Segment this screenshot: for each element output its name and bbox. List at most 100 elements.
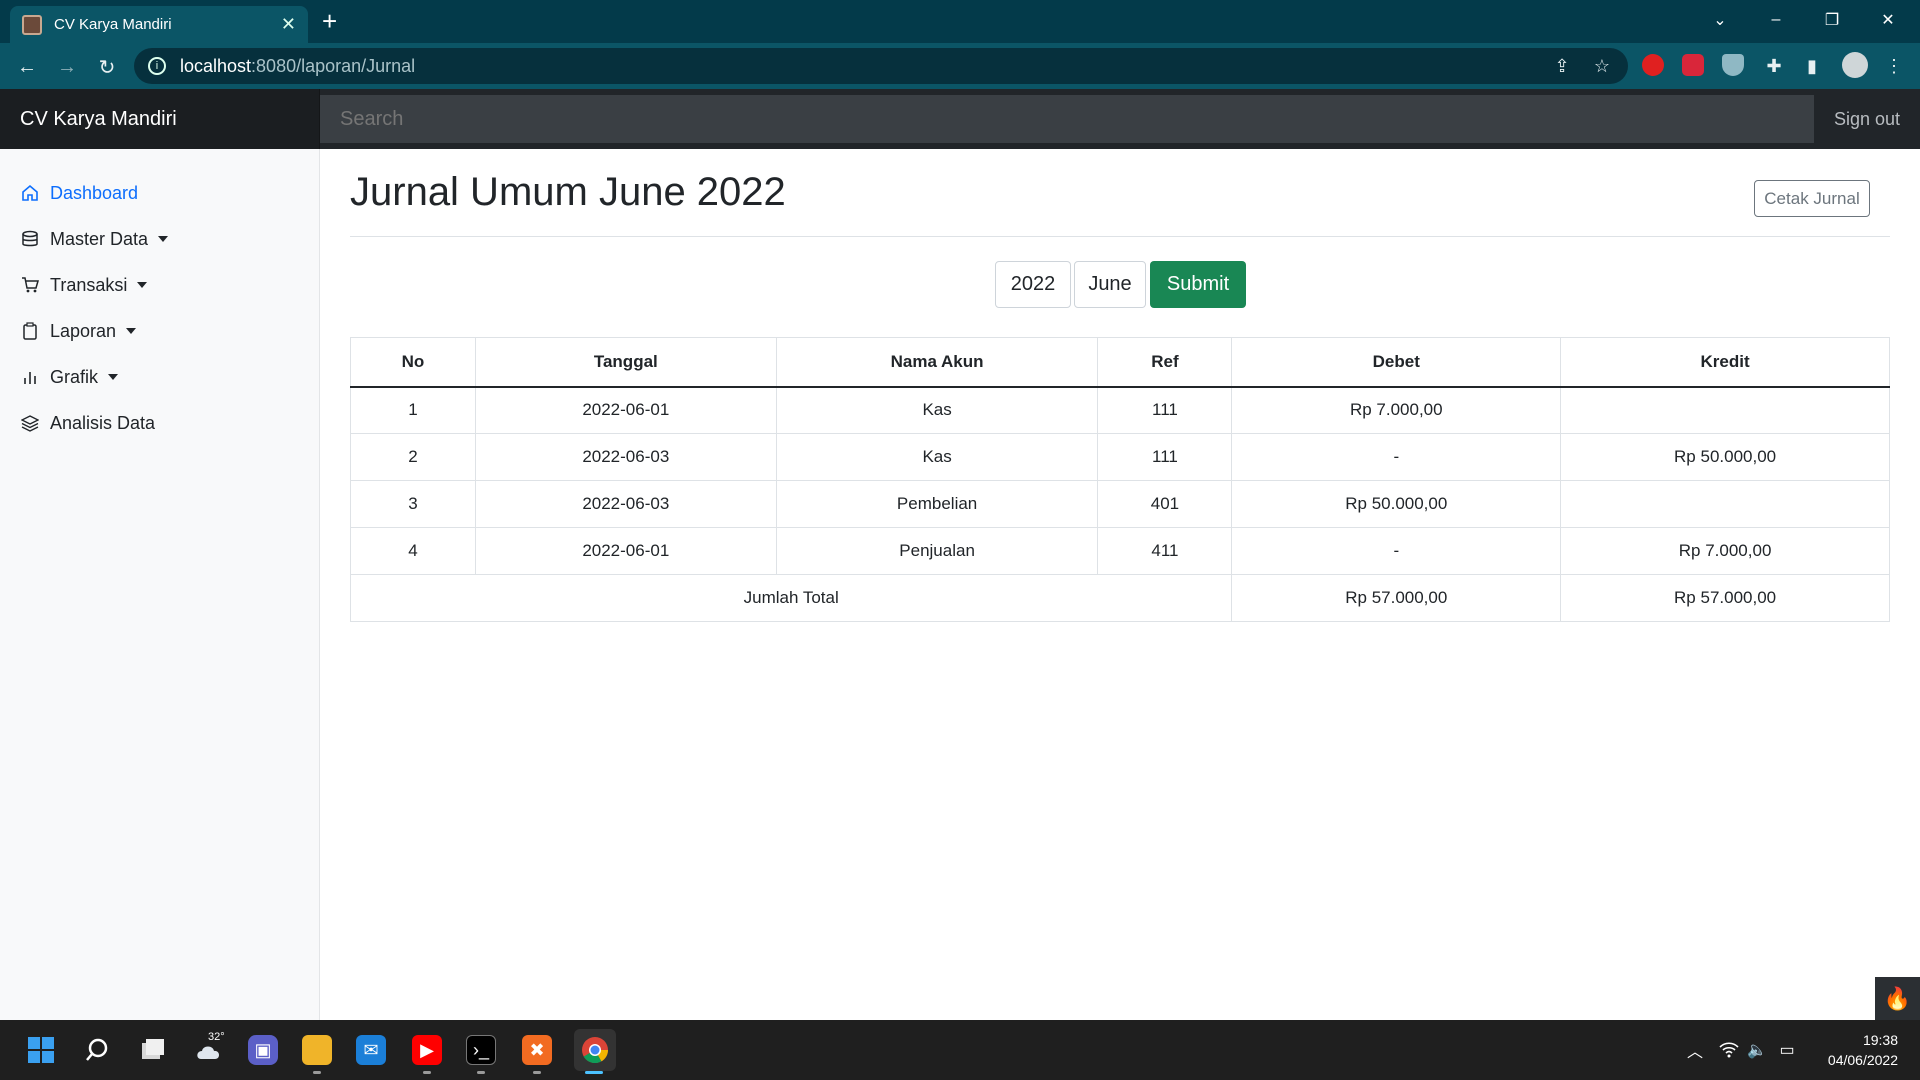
table-row: 2 2022-06-03 Kas 111 - Rp 50.000,00 — [350, 433, 1890, 481]
profile-avatar[interactable] — [1842, 52, 1868, 78]
print-journal-button[interactable]: Cetak Jurnal — [1754, 180, 1870, 217]
file-explorer-icon[interactable] — [302, 1035, 332, 1065]
browser-tab[interactable]: CV Karya Mandiri ✕ — [10, 6, 308, 43]
cell-no: 1 — [350, 386, 476, 434]
cell-kredit: Rp 50.000,00 — [1560, 433, 1890, 481]
submit-button[interactable]: Submit — [1150, 261, 1246, 308]
table-row: 1 2022-06-01 Kas 111 Rp 7.000,00 — [350, 386, 1890, 434]
windows-start-icon[interactable] — [26, 1035, 56, 1065]
tab-close-icon[interactable]: ✕ — [281, 14, 296, 35]
cell-kredit — [1560, 480, 1890, 528]
extensions-puzzle-icon[interactable]: ✚ — [1762, 54, 1786, 78]
caret-down-icon — [108, 374, 119, 380]
table-total-row: Jumlah Total Rp 57.000,00 Rp 57.000,00 — [349, 574, 1890, 622]
forward-icon[interactable]: → — [52, 52, 82, 82]
journal-table: No Tanggal Nama Akun Ref Debet Kredit 1 … — [349, 337, 1890, 622]
side-panel-icon[interactable]: ▮ — [1800, 54, 1824, 78]
youtube-icon[interactable]: ▶ — [412, 1035, 442, 1065]
task-view-icon[interactable] — [138, 1035, 168, 1065]
sidebar-item-grafik[interactable]: Grafik — [20, 362, 119, 392]
cell-debet: - — [1231, 527, 1562, 575]
table-row: 3 2022-06-03 Pembelian 401 Rp 50.000,00 — [350, 480, 1890, 528]
url-path: :8080/laporan/Jurnal — [251, 55, 416, 76]
teams-chat-icon[interactable]: ▣ — [248, 1035, 278, 1065]
sidebar-item-master-data[interactable]: Master Data — [20, 224, 169, 254]
extension-mega-icon[interactable] — [1682, 54, 1704, 76]
search-input[interactable] — [320, 95, 1814, 143]
sidebar-item-label: Dashboard — [50, 182, 139, 203]
system-clock[interactable]: 19:38 04/06/2022 — [1828, 1030, 1898, 1070]
divider — [350, 236, 1890, 237]
table-header-row: No Tanggal Nama Akun Ref Debet Kredit — [350, 337, 1890, 388]
cell-nama-akun: Kas — [775, 433, 1099, 481]
cell-no: 4 — [350, 527, 476, 575]
chrome-icon — [582, 1037, 609, 1064]
share-icon[interactable]: ⇪ — [1550, 54, 1574, 78]
cell-tanggal: 2022-06-01 — [474, 527, 777, 575]
favicon-icon — [22, 14, 42, 35]
sidebar-item-analisis-data[interactable]: Analisis Data — [20, 408, 155, 438]
search-icon[interactable] — [82, 1035, 112, 1065]
mail-icon[interactable]: ✉ — [356, 1035, 386, 1065]
cell-no: 3 — [350, 480, 476, 528]
signout-link[interactable]: Sign out — [1834, 89, 1900, 149]
back-icon[interactable]: ← — [12, 52, 42, 82]
taskbar — [0, 1020, 1920, 1080]
caret-down-icon — [137, 282, 148, 288]
wifi-icon[interactable] — [1714, 1035, 1744, 1065]
cell-tanggal: 2022-06-03 — [474, 433, 777, 481]
active-indicator — [585, 1071, 603, 1074]
header-no: No — [350, 337, 476, 388]
tab-search-icon[interactable]: ⌄ — [1692, 0, 1748, 40]
new-tab-icon[interactable]: + — [322, 6, 337, 36]
caret-down-icon — [158, 236, 169, 242]
cell-debet: Rp 7.000,00 — [1231, 386, 1562, 434]
table-row: 4 2022-06-01 Penjualan 411 - Rp 7.000,00 — [350, 527, 1890, 575]
terminal-icon[interactable]: ›_ — [466, 1035, 496, 1065]
clock-date: 04/06/2022 — [1827, 1052, 1898, 1068]
cell-ref: 411 — [1097, 527, 1233, 575]
close-window-icon[interactable]: ✕ — [1860, 0, 1916, 40]
cell-debet: Rp 50.000,00 — [1231, 480, 1562, 528]
cell-tanggal: 2022-06-03 — [474, 480, 777, 528]
month-select[interactable]: June — [1074, 261, 1146, 308]
bookmark-star-icon[interactable]: ☆ — [1590, 54, 1614, 78]
sidebar-item-label: Transaksi — [50, 274, 128, 295]
volume-icon[interactable]: 🔈 — [1742, 1035, 1772, 1065]
battery-icon[interactable]: ▭ — [1772, 1035, 1802, 1065]
extension-adblock-icon[interactable] — [1642, 54, 1664, 76]
minimize-icon[interactable]: – — [1748, 0, 1804, 40]
cell-debet: - — [1231, 433, 1562, 481]
sidebar-item-transaksi[interactable]: Transaksi — [20, 270, 148, 300]
extension-shield-icon[interactable] — [1722, 54, 1744, 76]
weather-widget-icon[interactable]: 32° — [192, 1031, 228, 1065]
home-icon — [20, 183, 40, 203]
cell-nama-akun: Kas — [775, 386, 1099, 434]
page-title: Jurnal Umum June 2022 — [350, 170, 786, 214]
menu-kebab-icon[interactable]: ⋮ — [1882, 54, 1906, 78]
reload-icon[interactable]: ↻ — [92, 52, 122, 82]
header-kredit: Kredit — [1560, 337, 1890, 388]
total-kredit: Rp 57.000,00 — [1560, 574, 1890, 622]
site-info-icon[interactable]: i — [148, 57, 166, 75]
header-ref: Ref — [1097, 337, 1233, 388]
year-select[interactable]: 2022 — [995, 261, 1071, 308]
sidebar-item-label: Master Data — [50, 228, 149, 249]
cart-icon — [20, 275, 40, 295]
cell-kredit: Rp 7.000,00 — [1560, 527, 1890, 575]
sidebar-item-dashboard[interactable]: Dashboard — [20, 178, 138, 208]
restore-icon[interactable]: ❐ — [1804, 0, 1860, 40]
brand[interactable]: CV Karya Mandiri — [0, 89, 320, 149]
cell-no: 2 — [350, 433, 476, 481]
running-indicator — [423, 1071, 431, 1074]
weather-temp: 32° — [208, 1031, 225, 1043]
bar-chart-icon — [20, 367, 40, 387]
address-bar[interactable]: i localhost:8080/laporan/Jurnal — [134, 48, 1628, 84]
debug-toolbar-fire-icon[interactable]: 🔥 — [1875, 977, 1920, 1020]
xampp-icon[interactable]: ✖ — [522, 1035, 552, 1065]
chrome-taskbar-button[interactable] — [574, 1029, 616, 1071]
sidebar-item-laporan[interactable]: Laporan — [20, 316, 137, 346]
running-indicator — [477, 1071, 485, 1074]
chevron-up-icon[interactable]: ︿ — [1680, 1035, 1710, 1065]
caret-down-icon — [126, 328, 137, 334]
